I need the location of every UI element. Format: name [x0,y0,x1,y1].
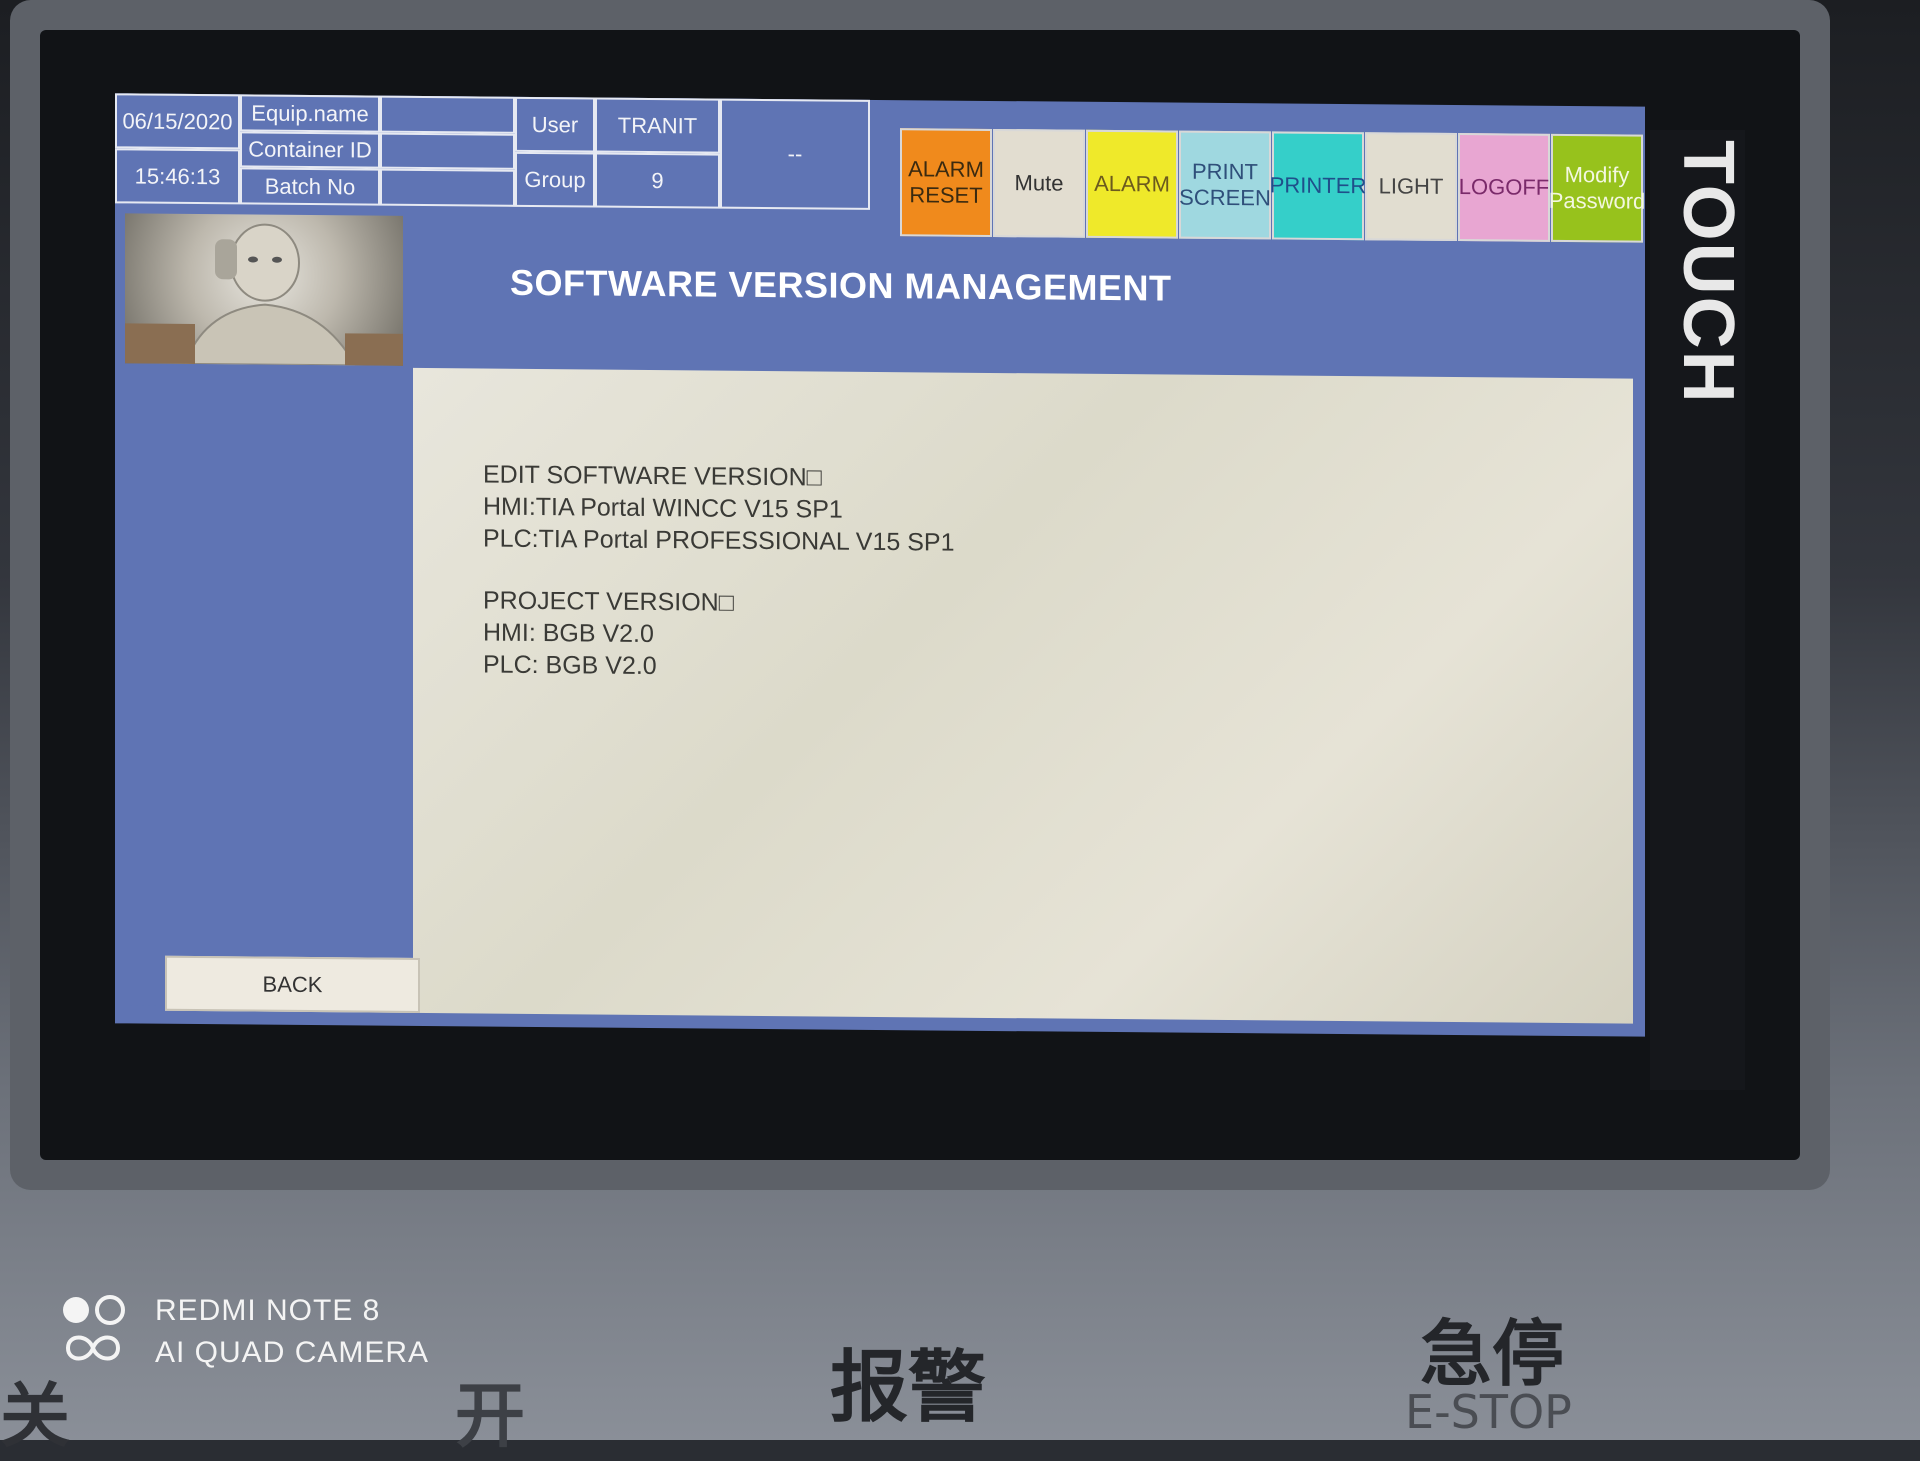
group-label: Group [515,151,595,208]
robot-image [125,223,403,366]
toolbar-button-label: Modify Password [1548,161,1646,214]
page-title: SOFTWARE VERSION MANAGEMENT [510,261,1172,309]
hmi-software-line: HMI:TIA Portal WINCC V15 SP1 [483,492,843,524]
plc-software-line: PLC:TIA Portal PROFESSIONAL V15 SP1 [483,524,955,557]
camera-logo-icon [63,1295,125,1361]
watermark-line-2: AI QUAD CAMERA [155,1336,430,1369]
time-display: 15:46:13 [115,148,240,205]
estop-en-label: E-STOP [1405,1385,1572,1439]
back-button[interactable]: BACK [165,955,420,1013]
printer-button[interactable]: PRINTER [1269,131,1367,241]
modify-password-button[interactable]: Modify Password [1548,133,1646,243]
edit-software-heading: EDIT SOFTWARE VERSION□ [483,460,822,492]
equip-name-label: Equip.name [240,94,380,133]
user-label: User [515,96,595,153]
container-id-value[interactable] [380,132,515,170]
version-info: EDIT SOFTWARE VERSION□ HMI:TIA Portal WI… [483,459,954,685]
status-display: -- [720,98,870,210]
operator-avatar [125,213,403,366]
toolbar-button-label: ALARM RESET [908,156,984,208]
project-version-heading: PROJECT VERSION□ [483,586,734,617]
batch-no-value[interactable] [380,168,515,207]
toolbar-button-label: PRINTER [1269,172,1367,199]
watermark-line-1: REDMI NOTE 8 [155,1294,381,1327]
user-value: TRANIT [595,97,720,154]
light-button[interactable]: LIGHT [1365,132,1457,242]
logoff-button[interactable]: LOGOFF [1458,133,1550,242]
group-value: 9 [595,152,720,209]
toolbar-button-label: ALARM [1094,170,1170,197]
equip-name-value[interactable] [380,95,515,134]
hmi-screen: 06/15/2020 15:46:13 Equip.name Container… [115,93,1646,1037]
toolbar-button-label: LOGOFF [1458,174,1550,200]
toolbar-button-label: PRINT SCREEN [1179,158,1271,211]
touch-label: TOUCH [1668,140,1748,405]
content-panel: EDIT SOFTWARE VERSION□ HMI:TIA Portal WI… [413,367,1633,1024]
hmi-project-line: HMI: BGB V2.0 [483,618,654,649]
alarm-reset-button[interactable]: ALARM RESET [900,128,992,237]
toolbar-button-label: Mute [1014,170,1064,196]
off-label: 关 [0,1375,70,1457]
print-screen-button[interactable]: PRINT SCREEN [1179,130,1271,240]
on-label: 开 [455,1375,525,1457]
toolbar-button-label: LIGHT [1378,173,1444,199]
mute-button[interactable]: Mute [993,128,1085,238]
sidebar [125,365,403,1008]
container-id-label: Container ID [240,131,380,169]
alarm-label: 报警 [830,1343,987,1433]
batch-no-label: Batch No [240,167,380,206]
alarm-button[interactable]: ALARM [1086,129,1178,239]
watermark-text: REDMI NOTE 8 AI QUAD CAMERA [155,1290,429,1374]
plc-project-line: PLC: BGB V2.0 [483,650,657,681]
date-display: 06/15/2020 [115,93,240,150]
